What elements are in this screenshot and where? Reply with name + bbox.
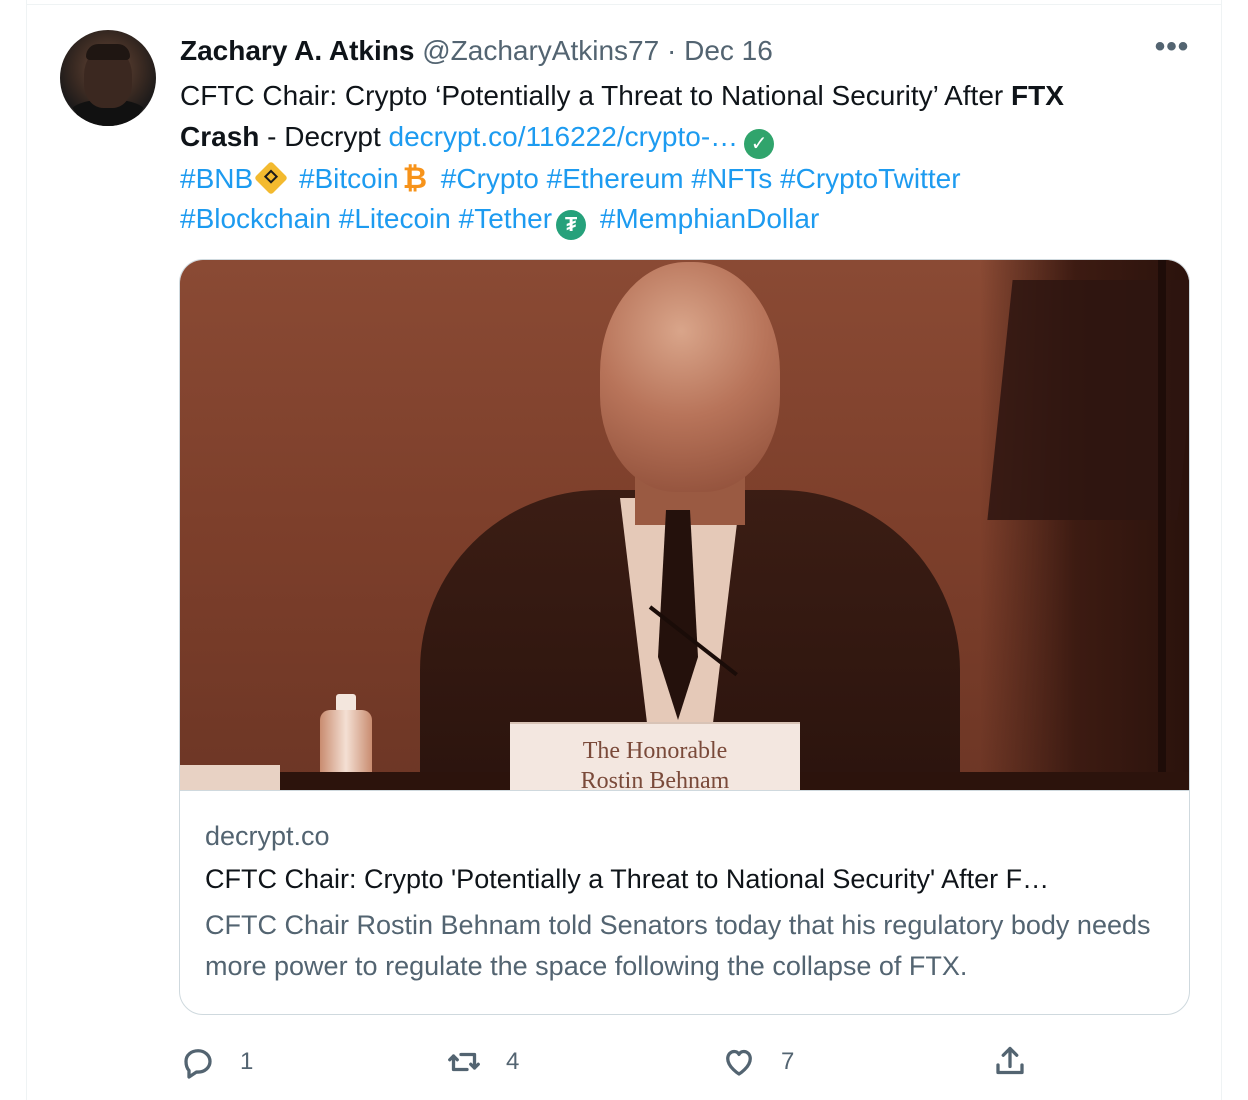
article-link[interactable]: decrypt.co/116222/crypto-… — [389, 121, 739, 152]
hashtag-bitcoin[interactable]: #Bitcoin — [299, 163, 399, 194]
retweet-count: 4 — [506, 1048, 520, 1075]
card-description: CFTC Chair Rostin Behnam told Senators t… — [205, 910, 1151, 981]
heart-icon — [726, 1049, 752, 1076]
user-handle[interactable]: @ZacharyAtkins77 — [422, 35, 659, 66]
card-title: CFTC Chair: Crypto 'Potentially a Threat… — [205, 864, 1050, 894]
card-image: The Honorable Rostin Behnam — [180, 260, 1189, 790]
bitcoin-logo-icon: ₿ — [402, 161, 428, 195]
tether-logo-icon: ₮ — [556, 210, 587, 240]
reply-count: 1 — [240, 1048, 254, 1075]
like-button[interactable]: 7 — [721, 1040, 794, 1084]
name-placard: The Honorable Rostin Behnam — [510, 724, 800, 790]
display-name[interactable]: Zachary A. Atkins — [180, 35, 414, 66]
placard-line1: The Honorable — [582, 738, 728, 764]
reply-button[interactable]: 1 — [180, 1040, 253, 1084]
tweet-text-part2: - Decrypt — [259, 120, 389, 152]
hashtag-tether[interactable]: #Tether — [459, 203, 552, 234]
tweet-actions: 1 4 7 — [180, 1040, 1190, 1084]
check-mark-icon: ✓ — [744, 128, 775, 159]
like-count: 7 — [781, 1048, 795, 1075]
retweet-icon — [448, 1052, 480, 1072]
hashtag-blockchain[interactable]: #Blockchain — [180, 203, 331, 234]
hashtag-cryptotwitter[interactable]: #CryptoTwitter — [780, 163, 961, 194]
share-icon — [996, 1046, 1024, 1075]
tweet-text-part1: CFTC Chair: Crypto ‘Potentially a Threat… — [180, 80, 1011, 111]
tweet-text: CFTC Chair: Crypto ‘Potentially a Threat… — [180, 76, 1190, 240]
tweet-date[interactable]: Dec 16 — [684, 35, 773, 66]
bnb-logo-icon — [254, 160, 289, 195]
hashtag-memphiandollar[interactable]: #MemphianDollar — [600, 203, 819, 234]
tweet-text-bold-crash: Crash — [180, 120, 260, 152]
card-domain: decrypt.co — [205, 821, 330, 851]
card-meta: decrypt.co CFTC Chair: Crypto 'Potential… — [180, 790, 1189, 1014]
placard-line2: Rostin Behnam — [580, 768, 730, 790]
retweet-button[interactable]: 4 — [446, 1040, 519, 1084]
hashtag-bnb[interactable]: #BNB — [180, 163, 253, 194]
hashtag-ethereum[interactable]: #Ethereum — [547, 163, 684, 194]
hashtag-crypto[interactable]: #Crypto — [441, 163, 539, 194]
link-preview-card[interactable]: The Honorable Rostin Behnam decrypt.co C… — [179, 259, 1190, 1015]
separator-dot: · — [666, 35, 677, 66]
share-button[interactable] — [992, 1040, 1028, 1084]
avatar[interactable] — [60, 30, 156, 126]
hashtag-nfts[interactable]: #NFTs — [691, 163, 772, 194]
more-options-icon[interactable]: ••• — [1152, 32, 1192, 68]
tweet-text-bold-ftx: FTX — [1011, 80, 1064, 111]
hashtag-litecoin[interactable]: #Litecoin — [339, 203, 451, 234]
tweet-header: Zachary A. Atkins @ZacharyAtkins77 · Dec… — [180, 33, 773, 69]
reply-icon — [184, 1049, 212, 1079]
